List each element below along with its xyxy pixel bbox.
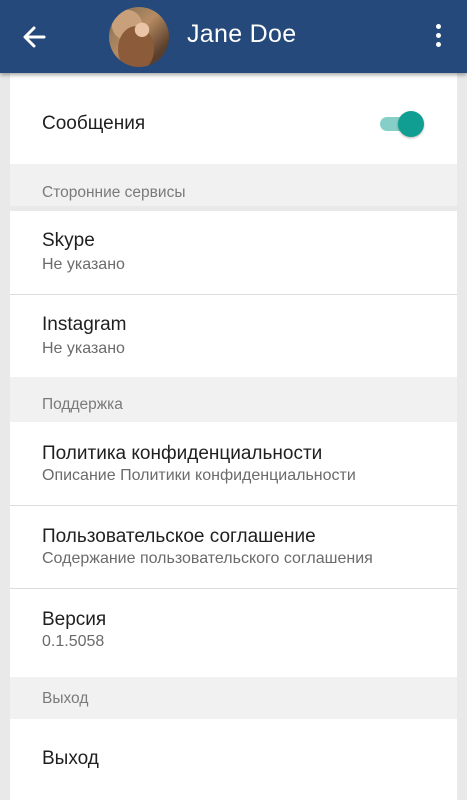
logout-card: Выход (10, 719, 457, 800)
list-item-privacy-policy[interactable]: Политика конфиденциальности Описание Пол… (10, 422, 457, 505)
section-header-support: Поддержка (10, 377, 457, 422)
user-name: Jane Doe (187, 20, 297, 48)
more-vertical-icon (435, 24, 441, 29)
list-item-instagram[interactable]: Instagram Не указано (10, 295, 457, 377)
item-subtitle: Не указано (42, 256, 125, 273)
section-label: Выход (42, 690, 89, 707)
app-bar: Jane Doe (0, 0, 467, 73)
support-card: Политика конфиденциальности Описание Пол… (10, 422, 457, 677)
item-subtitle: Описание Политики конфиденциальности (42, 467, 356, 484)
logout-button[interactable]: Выход (10, 719, 457, 800)
item-title: Instagram (42, 314, 127, 335)
messages-row[interactable]: Сообщения (10, 73, 457, 164)
item-title: Пользовательское соглашение (42, 526, 316, 547)
section-label: Поддержка (42, 396, 123, 413)
item-title: Политика конфиденциальности (42, 443, 323, 464)
version-value: 0.1.5058 (42, 633, 105, 650)
item-title: Skype (42, 230, 95, 251)
list-item-version: Версия 0.1.5058 (10, 589, 457, 677)
section-header-third-party: Сторонние сервисы (10, 164, 457, 206)
back-button[interactable] (20, 22, 52, 52)
arrow-left-icon (23, 26, 46, 48)
logout-label: Выход (42, 748, 99, 769)
list-item-user-agreement[interactable]: Пользовательское соглашение Содержание п… (10, 506, 457, 588)
item-subtitle: Содержание пользовательского соглашения (42, 550, 373, 567)
section-header-logout: Выход (10, 677, 457, 719)
more-button[interactable] (430, 24, 446, 50)
list-item-skype[interactable]: Skype Не указано (10, 211, 457, 294)
item-title: Версия (42, 609, 107, 630)
messages-toggle[interactable] (378, 109, 424, 139)
item-subtitle: Не указано (42, 340, 125, 357)
messages-label: Сообщения (42, 113, 146, 134)
section-label: Сторонние сервисы (42, 184, 186, 201)
messages-card: Сообщения (10, 73, 457, 164)
avatar[interactable] (109, 7, 169, 67)
third-party-card: Skype Не указано Instagram Не указано (10, 211, 457, 377)
